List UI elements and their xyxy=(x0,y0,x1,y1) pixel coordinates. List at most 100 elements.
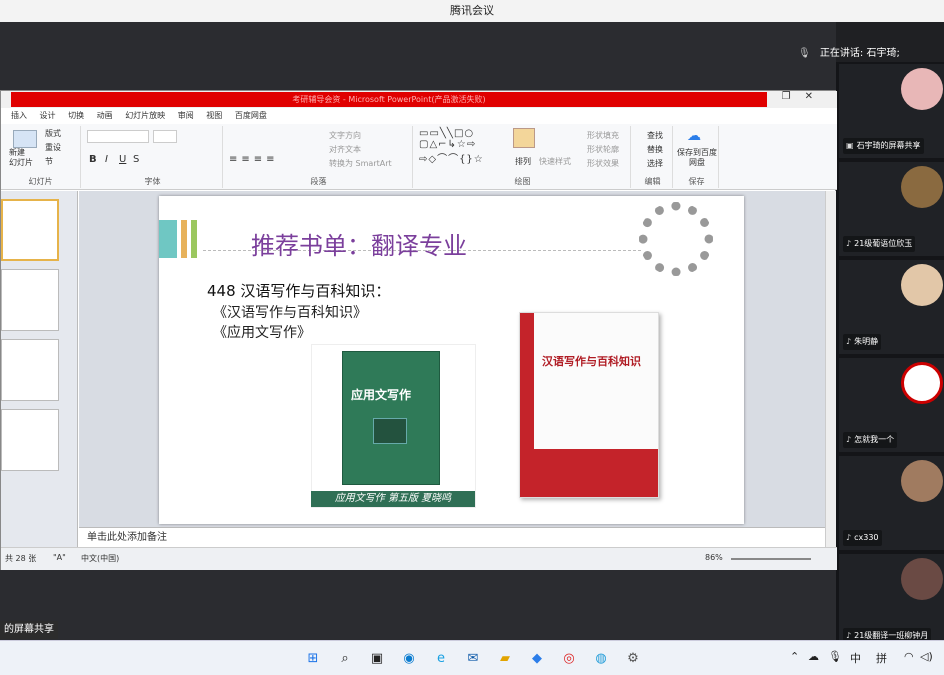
volume-icon[interactable]: ◁) xyxy=(920,650,933,663)
shape-fill-button[interactable]: 形状填充 xyxy=(587,130,619,141)
slide-thumbnail[interactable] xyxy=(1,409,59,471)
ie-icon[interactable]: e xyxy=(432,650,450,668)
slide-thumbnails xyxy=(1,191,78,547)
zoom-slider[interactable] xyxy=(731,558,811,560)
layout-button[interactable]: 版式 xyxy=(45,128,61,139)
decor-bar xyxy=(181,220,187,258)
window-controls: ❐✕ xyxy=(782,91,827,102)
smartart-button[interactable]: 转换为 SmartArt xyxy=(329,158,392,169)
text-direction-button[interactable]: 文字方向 xyxy=(329,130,361,141)
wifi-icon[interactable]: ◠ xyxy=(904,650,914,663)
keyboard-layout-indicator[interactable]: 拼 xyxy=(876,650,887,666)
mic-icon: ♪ xyxy=(846,239,852,248)
slide-thumbnail[interactable] xyxy=(1,339,59,401)
shapes-gallery[interactable]: ▭▭╲╲□○ ▢△⌐↳☆⇨ ⇨◇⌒⌒{}☆ xyxy=(419,128,484,165)
book-item: 《汉语写作与百科知识》 xyxy=(213,305,367,321)
align-buttons[interactable]: ≡≡≡≡ xyxy=(229,154,279,165)
align-text-button[interactable]: 对齐文本 xyxy=(329,144,361,155)
tab-insert[interactable]: 插入 xyxy=(11,108,27,124)
tab-slideshow[interactable]: 幻灯片放映 xyxy=(125,108,165,124)
mic-icon[interactable]: 🎙 xyxy=(828,650,842,663)
italic-button[interactable]: I xyxy=(105,154,108,165)
task-view-icon[interactable]: ▣ xyxy=(368,650,386,668)
tab-design[interactable]: 设计 xyxy=(40,108,56,124)
group-label: 字体 xyxy=(144,177,161,186)
book-spine xyxy=(520,313,534,453)
shadow-button[interactable]: S xyxy=(133,154,139,165)
mic-icon: ♪ xyxy=(846,435,852,444)
group-label: 编辑 xyxy=(644,177,661,186)
participant-tile[interactable]: ♪ 21级葡语位欣玉 xyxy=(839,162,944,256)
book-cover-title: 应用文写作 xyxy=(351,388,412,402)
decor-bar xyxy=(191,220,197,258)
font-size-select[interactable] xyxy=(153,130,177,143)
start-icon[interactable]: ⊞ xyxy=(304,650,322,668)
settings-icon[interactable]: ⚙ xyxy=(624,650,642,668)
chevron-up-icon[interactable]: ⌃ xyxy=(790,650,799,663)
ppt-titlebar: 考研辅导会资 - Microsoft PowerPoint(产品激活失败) ❐✕ xyxy=(1,91,837,108)
group-label: 幻灯片 xyxy=(28,177,53,186)
arrange-icon[interactable] xyxy=(513,128,535,148)
netease-music-icon[interactable]: ◎ xyxy=(560,650,578,668)
tab-view[interactable]: 视图 xyxy=(206,108,222,124)
participant-tile[interactable]: ♪ 21级翻译一班柳钟月 xyxy=(839,554,944,648)
new-slide-button[interactable]: 新建 幻灯片 xyxy=(9,148,33,168)
decor-bar xyxy=(159,220,177,258)
ime-indicator[interactable]: 中 xyxy=(850,650,861,666)
avatar xyxy=(901,264,943,306)
group-save: ☁ 保存到百度网盘 保存 xyxy=(675,126,719,188)
save-baidu-button[interactable]: 保存到百度网盘 xyxy=(677,148,717,168)
select-button[interactable]: 选择 xyxy=(647,158,663,169)
bold-button[interactable]: B xyxy=(89,154,97,165)
shape-effects-button[interactable]: 形状效果 xyxy=(587,158,619,169)
search-icon[interactable]: ⌕ xyxy=(336,650,354,668)
tab-animations[interactable]: 动画 xyxy=(97,108,113,124)
screen-share-icon: ▣ xyxy=(846,141,854,150)
mic-icon: ♪ xyxy=(846,533,852,542)
vertical-scrollbar[interactable] xyxy=(825,191,836,547)
new-slide-icon[interactable] xyxy=(13,130,37,148)
book-cover-image: 应用文写作 xyxy=(311,344,476,508)
close-icon[interactable]: ✕ xyxy=(805,91,827,102)
book-caption: 应用文写作 第五版 夏晓鸣 xyxy=(311,491,475,507)
participant-name: ♪ 怎就我一个 xyxy=(843,432,898,448)
tab-review[interactable]: 审阅 xyxy=(178,108,194,124)
group-label: 保存 xyxy=(688,177,705,186)
font-name-select[interactable] xyxy=(87,130,149,143)
reset-button[interactable]: 重设 xyxy=(45,142,61,153)
avatar xyxy=(901,558,943,600)
language: 中文(中国) xyxy=(81,554,120,563)
arrange-button[interactable]: 排列 xyxy=(515,156,531,167)
section-button[interactable]: 节 xyxy=(45,156,53,167)
cloud-icon[interactable]: ☁ xyxy=(808,650,819,663)
quick-styles-button[interactable]: 快速样式 xyxy=(539,156,571,167)
book-cover-title: 汉语写作与百科知识 xyxy=(542,355,641,368)
zoom-level: 86% xyxy=(705,553,723,562)
participant-tile[interactable]: ♪ cx330 xyxy=(839,456,944,550)
book-cover-graphic xyxy=(373,418,407,444)
baidu-cloud-icon[interactable]: ☁ xyxy=(687,128,701,144)
mail-icon[interactable]: ✉ xyxy=(464,650,482,668)
tencent-meeting-icon[interactable]: ◆ xyxy=(528,650,546,668)
participant-tile[interactable]: ♪ 怎就我一个 xyxy=(839,358,944,452)
avatar xyxy=(901,460,943,502)
notes-pane[interactable]: 单击此处添加备注 xyxy=(79,527,825,547)
book-cover: 应用文写作 xyxy=(342,351,440,485)
participant-name: ♪ 朱明静 xyxy=(843,334,882,350)
group-label: 段落 xyxy=(310,177,327,186)
participant-tile[interactable]: ▣ 石宇琦的屏幕共享 xyxy=(839,64,944,158)
slide-thumbnail[interactable] xyxy=(1,199,59,261)
slide-thumbnail[interactable] xyxy=(1,269,59,331)
participant-tile[interactable]: ♪ 朱明静 xyxy=(839,260,944,354)
shape-outline-button[interactable]: 形状轮廓 xyxy=(587,144,619,155)
app-icon[interactable]: ◍ xyxy=(592,650,610,668)
find-button[interactable]: 查找 xyxy=(647,130,663,141)
underline-button[interactable]: U xyxy=(119,154,126,165)
replace-button[interactable]: 替换 xyxy=(647,144,663,155)
ribbon: 新建 幻灯片 版式 重设 节 幻灯片 B I U S 字体 文字方向 对齐文本 … xyxy=(1,124,837,190)
tab-baidu[interactable]: 百度网盘 xyxy=(235,108,267,124)
tab-transitions[interactable]: 切换 xyxy=(68,108,84,124)
edge-icon[interactable]: ◉ xyxy=(400,650,418,668)
folder-icon[interactable]: ▰ xyxy=(496,650,514,668)
restore-icon[interactable]: ❐ xyxy=(782,91,805,102)
